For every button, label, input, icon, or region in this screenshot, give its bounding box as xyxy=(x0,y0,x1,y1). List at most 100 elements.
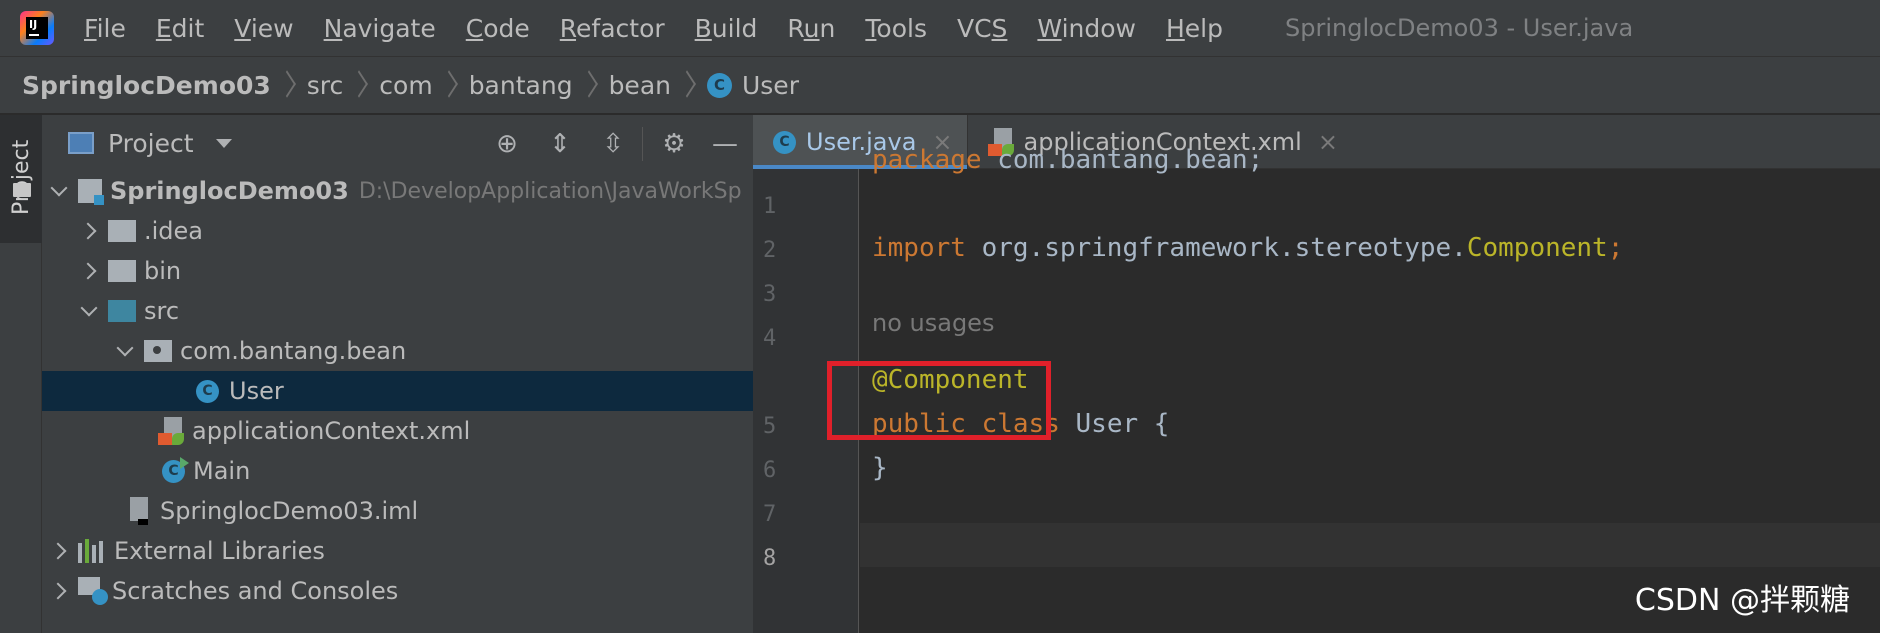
window-title: SpringlocDemo03 - User.java xyxy=(1285,14,1634,42)
folder-icon xyxy=(13,183,31,197)
chevron-right-icon xyxy=(355,70,367,100)
tree-item-iml[interactable]: SpringlocDemo03.iml xyxy=(42,491,753,531)
menu-item[interactable]: Code xyxy=(466,14,530,43)
tree-item-user[interactable]: C User xyxy=(42,371,753,411)
menu-item[interactable]: Navigate xyxy=(324,14,436,43)
chevron-right-icon xyxy=(283,70,295,100)
hide-panel-icon[interactable]: — xyxy=(710,129,740,159)
scratches-icon xyxy=(78,577,108,605)
chevron-right-icon[interactable] xyxy=(48,571,70,611)
menu-item[interactable]: VCS xyxy=(957,14,1007,43)
toolbar-divider xyxy=(642,127,643,161)
intellij-logo-icon[interactable]: IJ xyxy=(20,11,54,45)
chevron-right-icon xyxy=(445,70,457,100)
breadcrumb-com[interactable]: com xyxy=(379,71,432,100)
line-number: 4 xyxy=(763,326,777,351)
project-panel-header: Project ⊕ ⇕ ⇳ ⚙ — xyxy=(42,115,753,171)
folder-icon xyxy=(108,260,136,282)
tab-applicationcontext-xml[interactable]: applicationContext.xml × xyxy=(968,115,1352,169)
expand-all-icon[interactable]: ⇕ xyxy=(545,129,575,159)
tree-item-bin[interactable]: bin xyxy=(42,251,753,291)
chevron-right-icon xyxy=(585,70,597,100)
chevron-down-icon[interactable] xyxy=(114,331,136,371)
library-icon xyxy=(78,539,106,563)
close-icon[interactable]: × xyxy=(932,128,952,156)
menu-item[interactable]: Run xyxy=(787,14,835,43)
import-path: org.springframework.stereotype. xyxy=(965,233,1467,263)
project-panel: Project ⊕ ⇕ ⇳ ⚙ — SpringlocDemo03 D:\Dev… xyxy=(42,115,753,633)
tab-user-java[interactable]: C User.java × xyxy=(753,115,967,169)
tree-item-label: SpringlocDemo03 xyxy=(110,177,349,205)
source-folder-icon xyxy=(108,300,136,322)
tree-item-label: com.bantang.bean xyxy=(180,337,407,365)
chevron-down-icon[interactable] xyxy=(78,291,100,331)
tree-item-applicationcontext[interactable]: applicationContext.xml xyxy=(42,411,753,451)
breadcrumb-project[interactable]: SpringlocDemo03 xyxy=(22,71,271,100)
package-icon xyxy=(144,340,172,362)
breadcrumb-file[interactable]: User xyxy=(742,71,799,100)
tree-item-src[interactable]: src xyxy=(42,291,753,331)
project-path: D:\DevelopApplication\JavaWorkSp xyxy=(358,178,742,204)
collapse-all-icon[interactable]: ⇳ xyxy=(598,129,628,159)
left-tool-stripe: Project xyxy=(0,115,42,633)
close-icon[interactable]: × xyxy=(1318,128,1338,156)
menu-item[interactable]: Build xyxy=(695,14,758,43)
line-number: 1 xyxy=(763,194,777,219)
editor-tabs: C User.java × applicationContext.xml × xyxy=(753,115,1880,169)
chevron-right-icon[interactable] xyxy=(78,211,100,251)
tab-label: User.java xyxy=(806,128,917,156)
tree-item-label: src xyxy=(144,297,180,325)
chevron-down-icon[interactable] xyxy=(48,171,70,211)
keyword-import: import xyxy=(872,233,966,263)
tree-item-scratches[interactable]: Scratches and Consoles xyxy=(42,571,753,611)
java-class-icon: C xyxy=(706,72,732,98)
current-line-highlight xyxy=(860,523,1880,567)
tree-item-project-root[interactable]: SpringlocDemo03 D:\DevelopApplication\Ja… xyxy=(42,171,753,211)
watermark: CSDN @拌颗糖 xyxy=(1634,583,1850,618)
locate-file-icon[interactable]: ⊕ xyxy=(492,129,522,159)
tree-item-label: External Libraries xyxy=(114,537,325,565)
tree-item-label: applicationContext.xml xyxy=(192,417,471,445)
breadcrumb-src[interactable]: src xyxy=(307,71,344,100)
spring-xml-icon xyxy=(158,417,184,445)
tree-item-label: bin xyxy=(144,257,182,285)
tree-item-label: SpringlocDemo03.iml xyxy=(160,497,419,525)
menu-item[interactable]: Window xyxy=(1037,14,1136,43)
chevron-down-icon[interactable] xyxy=(215,138,232,148)
project-tool-window-tab[interactable]: Project xyxy=(0,115,42,243)
tree-item-external-libraries[interactable]: External Libraries xyxy=(42,531,753,571)
menu-item[interactable]: Help xyxy=(1166,14,1223,43)
tree-item-idea[interactable]: .idea xyxy=(42,211,753,251)
menu-item[interactable]: Refactor xyxy=(560,14,665,43)
line-number: 7 xyxy=(763,502,777,527)
spring-xml-icon xyxy=(987,128,1014,156)
tree-item-label: Main xyxy=(193,457,251,485)
chevron-right-icon[interactable] xyxy=(78,251,100,291)
line-number: 5 xyxy=(763,414,777,439)
line-number: 2 xyxy=(763,238,777,263)
chevron-right-icon[interactable] xyxy=(48,531,70,571)
line-number-current: 8 xyxy=(763,546,777,571)
menu-item[interactable]: Tools xyxy=(865,14,927,43)
breadcrumb-bantang[interactable]: bantang xyxy=(469,71,573,100)
menu-item[interactable]: View xyxy=(234,14,293,43)
tree-item-label: .idea xyxy=(144,217,204,245)
project-panel-title[interactable]: Project xyxy=(108,129,194,158)
java-class-icon: C xyxy=(773,130,796,154)
tab-label: applicationContext.xml xyxy=(1023,128,1302,156)
tree-item-package[interactable]: com.bantang.bean xyxy=(42,331,753,371)
tree-item-label: Scratches and Consoles xyxy=(112,577,399,605)
java-class-icon: C xyxy=(196,379,219,403)
usages-hint[interactable]: no usages xyxy=(872,309,994,337)
menu-bar: IJ File Edit View Navigate Code Refactor Build… xyxy=(0,0,1880,57)
line-number: 6 xyxy=(763,458,777,483)
menu-item[interactable]: File xyxy=(84,14,126,43)
breadcrumb-bean[interactable]: bean xyxy=(609,71,671,100)
runnable-class-icon: C xyxy=(162,456,189,483)
module-icon xyxy=(78,179,104,205)
module-file-icon xyxy=(128,497,150,525)
project-view-icon xyxy=(68,132,94,154)
menu-item[interactable]: Edit xyxy=(156,14,204,43)
tree-item-main[interactable]: C Main xyxy=(42,451,753,491)
gear-icon[interactable]: ⚙ xyxy=(659,129,689,159)
